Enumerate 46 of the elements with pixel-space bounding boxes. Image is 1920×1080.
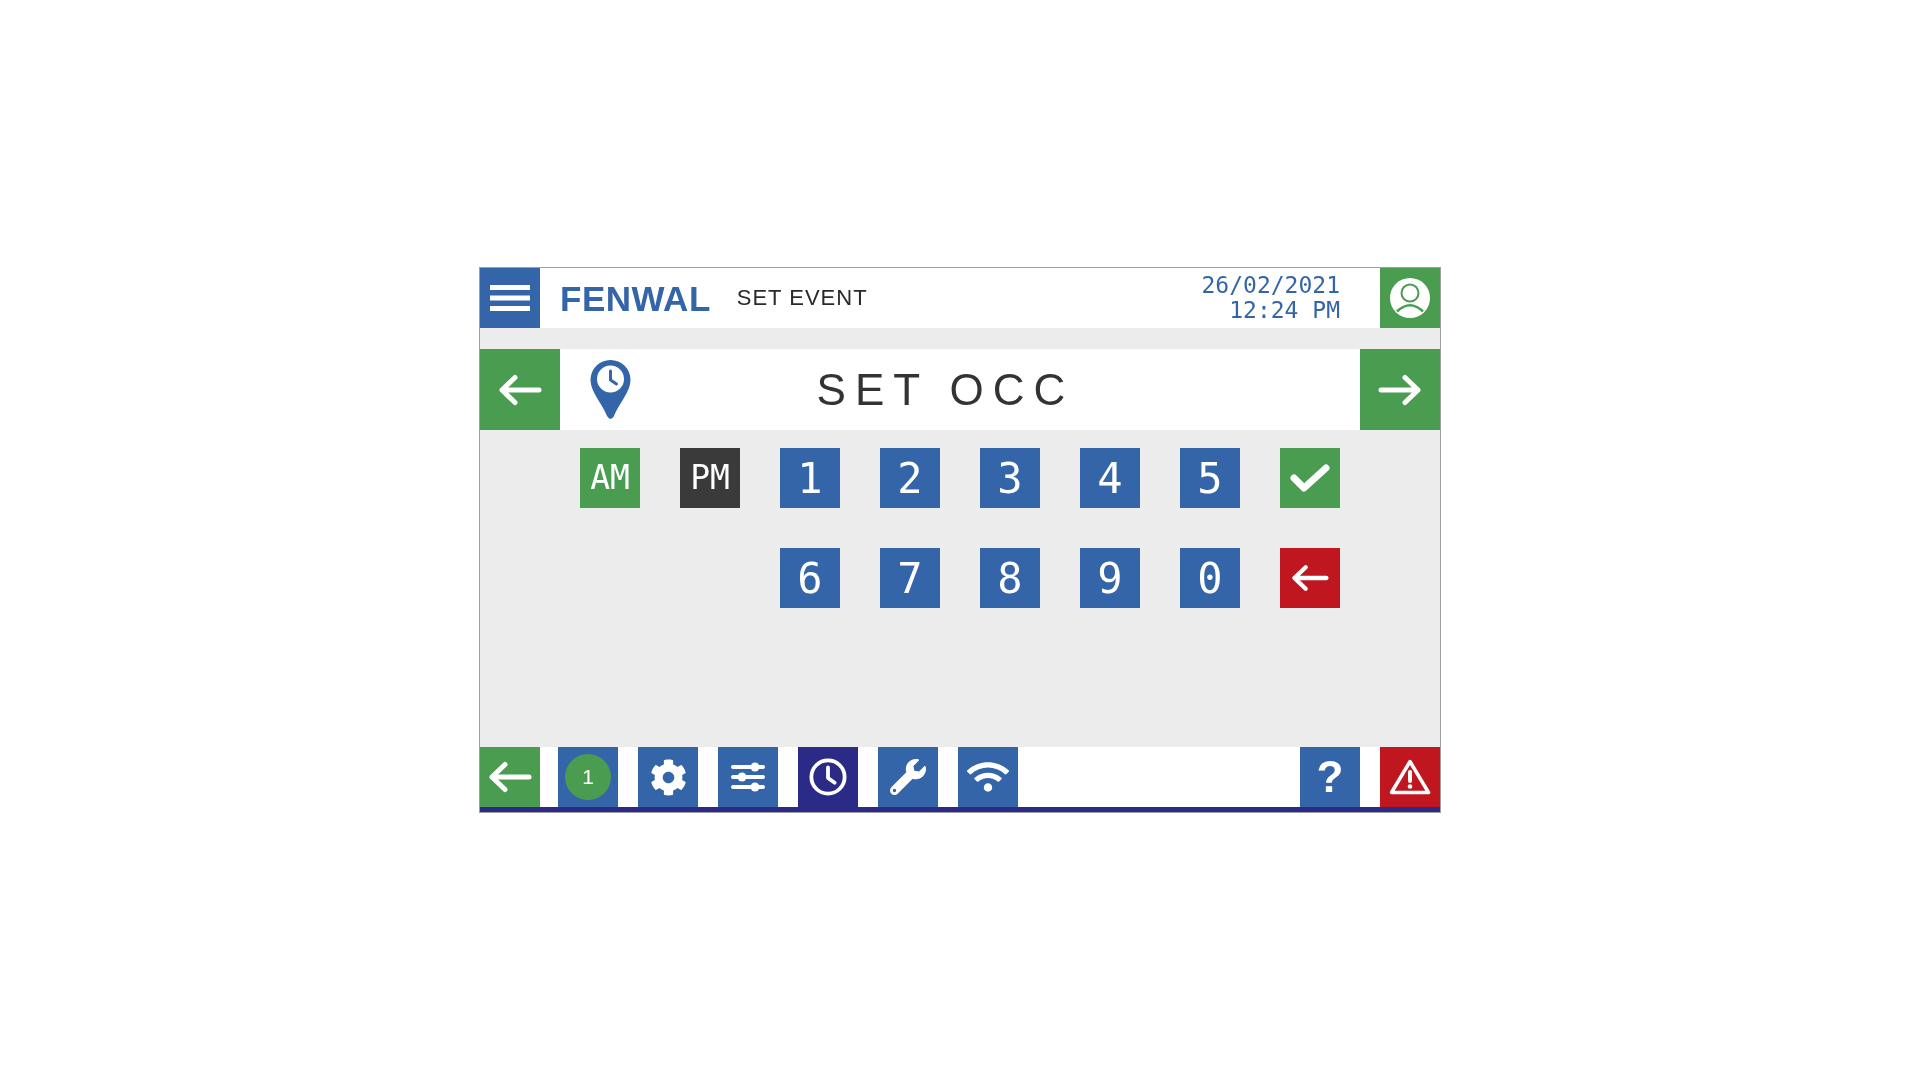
warning-icon	[1389, 759, 1431, 795]
digit-key[interactable]: 8	[980, 548, 1040, 608]
arrow-right-icon	[1378, 373, 1422, 406]
count-badge: 1	[565, 754, 611, 800]
check-icon	[1290, 464, 1330, 492]
back-button[interactable]	[480, 747, 540, 807]
adjustments-tab[interactable]	[718, 747, 778, 807]
digit-key[interactable]: 6	[780, 548, 840, 608]
sliders-icon	[731, 762, 765, 792]
forward-button[interactable]	[1360, 349, 1440, 430]
help-button[interactable]: ?	[1300, 747, 1360, 807]
backspace-button[interactable]	[1280, 548, 1340, 608]
settings-icon	[649, 758, 687, 796]
arrow-left-icon	[498, 373, 542, 406]
back-button[interactable]	[480, 349, 560, 430]
service-tab[interactable]	[878, 747, 938, 807]
time-period-button[interactable]: AM	[580, 448, 640, 508]
menu-button[interactable]	[480, 268, 540, 328]
notifications-tab[interactable]: 1	[558, 747, 618, 807]
arrow-left-icon	[488, 761, 532, 793]
digit-key[interactable]: 3	[980, 448, 1040, 508]
clock-icon	[809, 758, 847, 796]
page-title: SET OCC	[816, 367, 1075, 412]
user-icon	[1390, 278, 1430, 318]
arrow-left-icon	[1291, 564, 1329, 592]
settings-tab[interactable]	[638, 747, 698, 807]
confirm-button[interactable]	[1280, 448, 1340, 508]
digit-key[interactable]: 7	[880, 548, 940, 608]
alert-button[interactable]	[1380, 747, 1440, 807]
digit-key[interactable]: 1	[780, 448, 840, 508]
digit-key[interactable]: 5	[1180, 448, 1240, 508]
time-period-button[interactable]: PM	[680, 448, 740, 508]
menu-icon	[490, 285, 530, 311]
digit-key[interactable]: 0	[1180, 548, 1240, 608]
digit-key[interactable]: 9	[1080, 548, 1140, 608]
user-button[interactable]	[1380, 268, 1440, 328]
wrench-icon	[890, 759, 926, 795]
clock-pin-icon	[590, 359, 631, 420]
digit-key[interactable]: 2	[880, 448, 940, 508]
digit-key[interactable]: 4	[1080, 448, 1140, 508]
schedule-tab[interactable]	[798, 747, 858, 807]
screen-title: SET EVENT	[736, 287, 868, 309]
date-text: 26/02/2021	[1201, 273, 1340, 298]
time-text: 12:24 PM	[1229, 298, 1340, 323]
network-tab[interactable]	[958, 747, 1018, 807]
brand-logo: FENWAL	[560, 280, 711, 316]
